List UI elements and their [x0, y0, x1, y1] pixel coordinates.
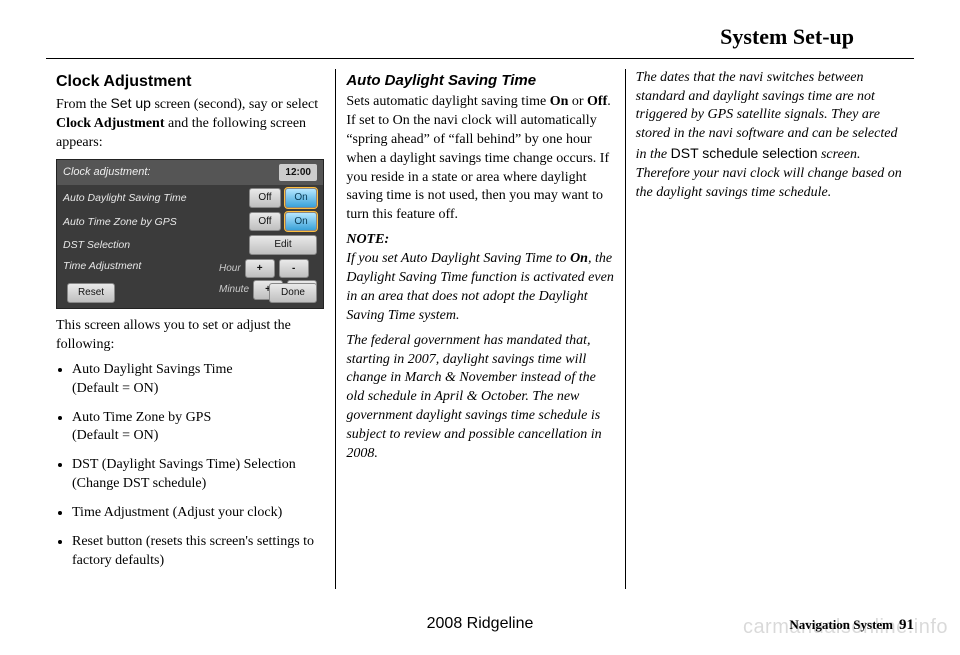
- page-title: System Set-up: [46, 0, 914, 59]
- list-item: Reset button (resets this screen's setti…: [72, 533, 325, 571]
- column-2: Auto Daylight Saving Time Sets automatic…: [335, 69, 624, 589]
- minus-button: -: [279, 259, 309, 279]
- screenshot-clock: 12:00: [279, 164, 317, 182]
- on-button: On: [285, 188, 317, 208]
- clock-adjustment-heading: Clock Adjustment: [56, 71, 325, 93]
- row-dst-selection: DST Selection Edit: [63, 235, 317, 255]
- column-3: The dates that the navi switches between…: [625, 69, 914, 589]
- page-footer: 2008 Ridgeline Navigation System 91: [46, 615, 914, 635]
- off-button: Off: [249, 188, 281, 208]
- auto-dst-paragraph: Sets automatic daylight saving time On o…: [346, 93, 614, 225]
- done-button: Done: [269, 283, 317, 303]
- clock-adjustment-screenshot: Clock adjustment: 12:00 Auto Daylight Sa…: [56, 159, 324, 309]
- row-auto-dst: Auto Daylight Saving Time Off On: [63, 188, 317, 208]
- off-button: Off: [249, 212, 281, 232]
- page-number: 91: [899, 617, 914, 633]
- content-columns: Clock Adjustment From the Set up screen …: [0, 59, 960, 589]
- mandate-paragraph: The federal government has mandated that…: [346, 332, 614, 464]
- edit-button: Edit: [249, 235, 317, 255]
- note-block: NOTE: If you set Auto Daylight Saving Ti…: [346, 231, 614, 325]
- list-item: DST (Daylight Savings Time) Selection(Ch…: [72, 456, 325, 494]
- dst-schedule-paragraph: The dates that the navi switches between…: [636, 69, 904, 203]
- footer-section: Navigation System: [789, 617, 893, 632]
- after-screenshot-text: This screen allows you to set or adjust …: [56, 317, 325, 355]
- list-item: Time Adjustment (Adjust your clock): [72, 504, 325, 523]
- column-1: Clock Adjustment From the Set up screen …: [46, 69, 335, 589]
- reset-button: Reset: [67, 283, 115, 303]
- clock-adjustment-intro: From the Set up screen (second), say or …: [56, 94, 325, 153]
- footer-model: 2008 Ridgeline: [427, 613, 534, 635]
- list-item: Auto Time Zone by GPS(Default = ON): [72, 409, 325, 447]
- auto-dst-heading: Auto Daylight Saving Time: [346, 71, 614, 91]
- screenshot-title: Clock adjustment:: [63, 165, 150, 180]
- on-button: On: [285, 212, 317, 232]
- list-item: Auto Daylight Savings Time(Default = ON): [72, 361, 325, 399]
- row-auto-tz: Auto Time Zone by GPS Off On: [63, 212, 317, 232]
- bullet-list: Auto Daylight Savings Time(Default = ON)…: [56, 361, 325, 571]
- plus-button: +: [245, 259, 275, 279]
